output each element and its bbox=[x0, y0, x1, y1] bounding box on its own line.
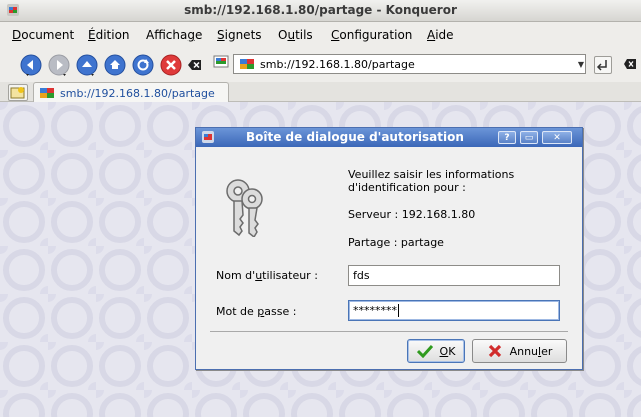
menubar: Document Édition Affichage Signets Outil… bbox=[0, 22, 641, 46]
window-title: smb://192.168.1.80/partage - Konqueror bbox=[184, 3, 457, 17]
back-icon bbox=[20, 54, 42, 76]
password-field[interactable]: ******** bbox=[348, 300, 560, 321]
server-info: Serveur : 192.168.1.80 bbox=[348, 208, 476, 221]
home-icon bbox=[104, 54, 126, 76]
close-button[interactable]: ✕ bbox=[542, 131, 572, 144]
text-caret bbox=[398, 304, 399, 317]
tab-smb-partage[interactable]: smb://192.168.1.80/partage bbox=[33, 82, 229, 103]
smb-share-icon bbox=[240, 59, 254, 69]
share-info: Partage : partage bbox=[348, 236, 444, 249]
menu-signets[interactable]: Signets bbox=[217, 28, 262, 42]
stop-button[interactable] bbox=[160, 54, 182, 76]
username-label: Nom d'utilisateur : bbox=[216, 269, 318, 282]
menu-aide[interactable]: Aide bbox=[427, 28, 454, 42]
username-value: fds bbox=[353, 269, 370, 282]
clear-location-button[interactable] bbox=[188, 58, 202, 72]
tab-bar: smb://192.168.1.80/partage bbox=[0, 82, 641, 103]
new-tab-icon bbox=[10, 87, 25, 99]
location-value: smb://192.168.1.80/partage bbox=[260, 57, 415, 71]
smb-share-icon bbox=[40, 88, 54, 98]
check-icon bbox=[416, 344, 433, 358]
new-tab-button[interactable] bbox=[8, 84, 28, 101]
dialog-app-icon bbox=[202, 131, 214, 143]
username-field[interactable]: fds bbox=[348, 265, 560, 286]
menu-configuration[interactable]: Configuration bbox=[331, 28, 412, 42]
ok-label: OK bbox=[439, 344, 456, 358]
cancel-button[interactable]: Annuler bbox=[472, 339, 567, 363]
password-label: Mot de passe : bbox=[216, 305, 297, 318]
clear-button[interactable] bbox=[624, 58, 636, 70]
menu-outils[interactable]: Outils bbox=[278, 28, 313, 42]
navigation-toolbar: smb://192.168.1.80/partage ▼ bbox=[0, 46, 641, 82]
reload-button[interactable] bbox=[132, 54, 154, 76]
dialog-titlebar[interactable]: Boîte de dialogue d'autorisation ? ▭ ✕ bbox=[196, 128, 582, 147]
location-dropdown-arrow[interactable]: ▼ bbox=[576, 56, 586, 72]
reload-icon bbox=[132, 54, 154, 76]
window-titlebar: smb://192.168.1.80/partage - Konqueror bbox=[0, 0, 641, 22]
menu-edition[interactable]: Édition bbox=[88, 28, 130, 42]
tab-label: smb://192.168.1.80/partage bbox=[60, 86, 215, 100]
keys-icon bbox=[226, 179, 263, 237]
stop-icon bbox=[160, 54, 182, 76]
password-value: ******** bbox=[353, 304, 397, 317]
maximize-button[interactable]: ▭ bbox=[520, 131, 538, 144]
ok-button[interactable]: OK bbox=[407, 339, 465, 363]
dialog-separator bbox=[210, 331, 568, 332]
authorization-dialog: Boîte de dialogue d'autorisation ? ▭ ✕ V… bbox=[195, 127, 583, 370]
dialog-title: Boîte de dialogue d'autorisation bbox=[246, 130, 464, 144]
location-input[interactable]: smb://192.168.1.80/partage bbox=[233, 54, 586, 74]
forward-icon bbox=[48, 54, 70, 76]
go-button[interactable] bbox=[594, 56, 612, 74]
menu-affichage[interactable]: Affichage bbox=[146, 28, 202, 42]
forward-button[interactable] bbox=[48, 54, 70, 76]
up-button[interactable] bbox=[76, 54, 98, 76]
back-button[interactable] bbox=[20, 54, 42, 76]
up-icon bbox=[76, 54, 98, 76]
clear-location-icon bbox=[188, 60, 201, 70]
cancel-icon bbox=[488, 344, 501, 358]
home-button[interactable] bbox=[104, 54, 126, 76]
dialog-message: Veuillez saisir les informations d'ident… bbox=[348, 168, 515, 194]
cancel-label: Annuler bbox=[509, 344, 553, 358]
go-icon bbox=[596, 60, 607, 71]
help-button[interactable]: ? bbox=[498, 131, 516, 144]
location-label-icon bbox=[213, 55, 229, 68]
menu-document[interactable]: Document bbox=[12, 28, 74, 42]
clear-text-icon bbox=[624, 59, 636, 69]
